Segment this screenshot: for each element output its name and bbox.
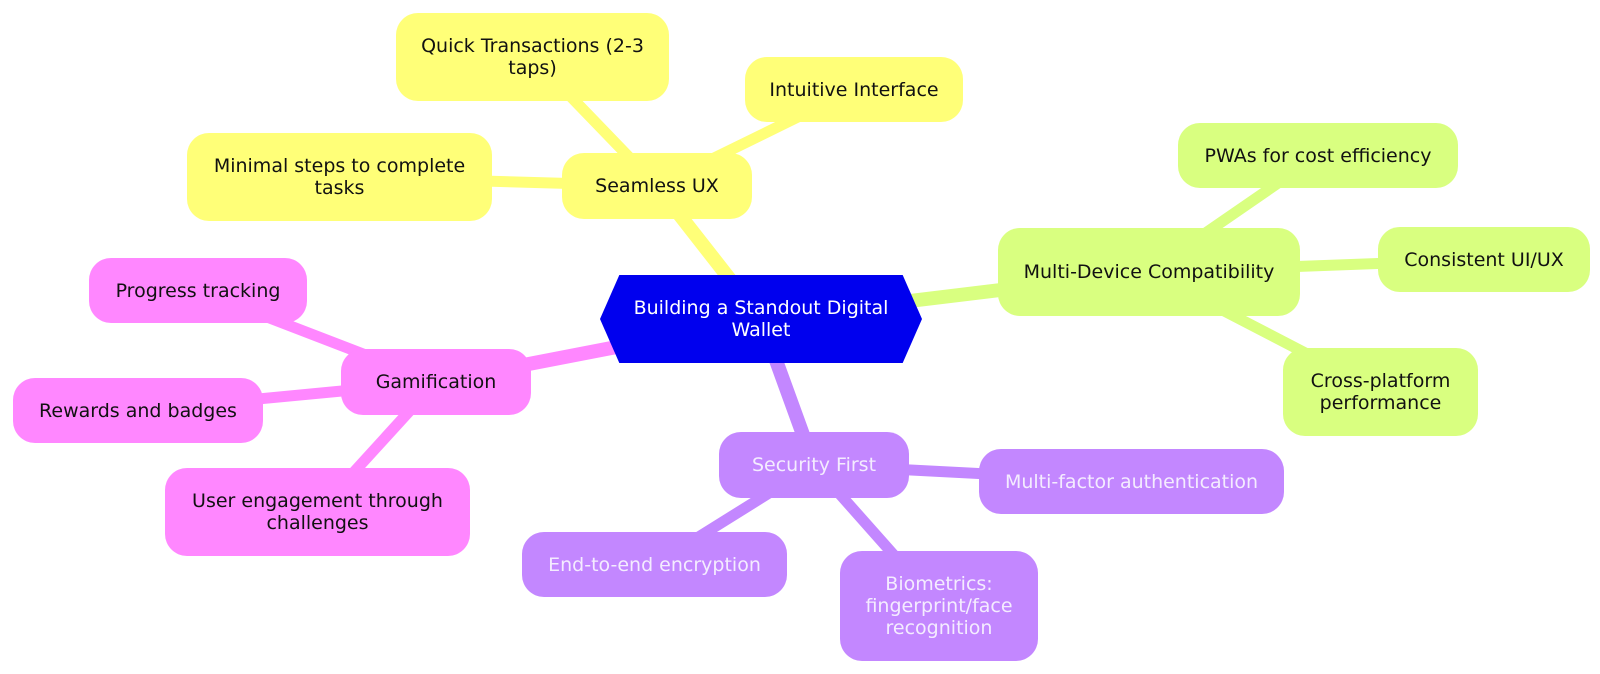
leaf-node-pwa: PWAs for cost efficiency	[1178, 123, 1458, 188]
leaf-node-mfa: Multi-factor authentication	[979, 449, 1284, 514]
leaf-node-engagement-label: User engagement through challenges	[192, 490, 443, 534]
branch-node-security: Security First	[719, 432, 909, 498]
leaf-node-quick-label: Quick Transactions (2-3 taps)	[421, 35, 644, 79]
branch-node-gamification: Gamification	[341, 349, 531, 415]
root-node-label: Building a Standout Digital Wallet	[633, 297, 889, 341]
leaf-node-rewards-label: Rewards and badges	[39, 399, 237, 422]
leaf-node-minimal-label: Minimal steps to complete tasks	[213, 155, 466, 199]
leaf-node-engagement: User engagement through challenges	[165, 468, 470, 556]
leaf-node-consistent-label: Consistent UI/UX	[1404, 248, 1564, 271]
leaf-node-consistent: Consistent UI/UX	[1378, 227, 1590, 292]
branch-node-multidevice: Multi-Device Compatibility	[998, 228, 1300, 316]
leaf-node-crossplatform: Cross-platform performance	[1283, 348, 1478, 436]
branch-node-seamless-label: Seamless UX	[595, 175, 719, 197]
leaf-node-pwa-label: PWAs for cost efficiency	[1204, 144, 1432, 167]
branch-node-seamless: Seamless UX	[562, 153, 752, 219]
branch-node-gamification-label: Gamification	[375, 371, 497, 393]
leaf-node-intuitive: Intuitive Interface	[745, 57, 963, 122]
leaf-node-progress-label: Progress tracking	[115, 279, 281, 302]
leaf-node-intuitive-label: Intuitive Interface	[769, 78, 939, 101]
leaf-node-crossplatform-label: Cross-platform performance	[1310, 370, 1451, 414]
branch-node-multidevice-label: Multi-Device Compatibility	[1023, 261, 1275, 283]
leaf-node-biometrics: Biometrics: fingerprint/face recognition	[840, 551, 1038, 661]
leaf-node-rewards: Rewards and badges	[13, 378, 263, 443]
leaf-node-progress: Progress tracking	[89, 258, 307, 323]
leaf-node-quick: Quick Transactions (2-3 taps)	[396, 13, 669, 101]
leaf-node-biometrics-label: Biometrics: fingerprint/face recognition	[865, 573, 1013, 639]
leaf-node-minimal: Minimal steps to complete tasks	[187, 133, 492, 221]
leaf-node-e2e-label: End-to-end encryption	[548, 553, 761, 576]
leaf-node-e2e: End-to-end encryption	[522, 532, 787, 597]
root-node: Building a Standout Digital Wallet	[600, 275, 922, 363]
leaf-node-mfa-label: Multi-factor authentication	[1004, 470, 1259, 493]
branch-node-security-label: Security First	[751, 454, 877, 476]
